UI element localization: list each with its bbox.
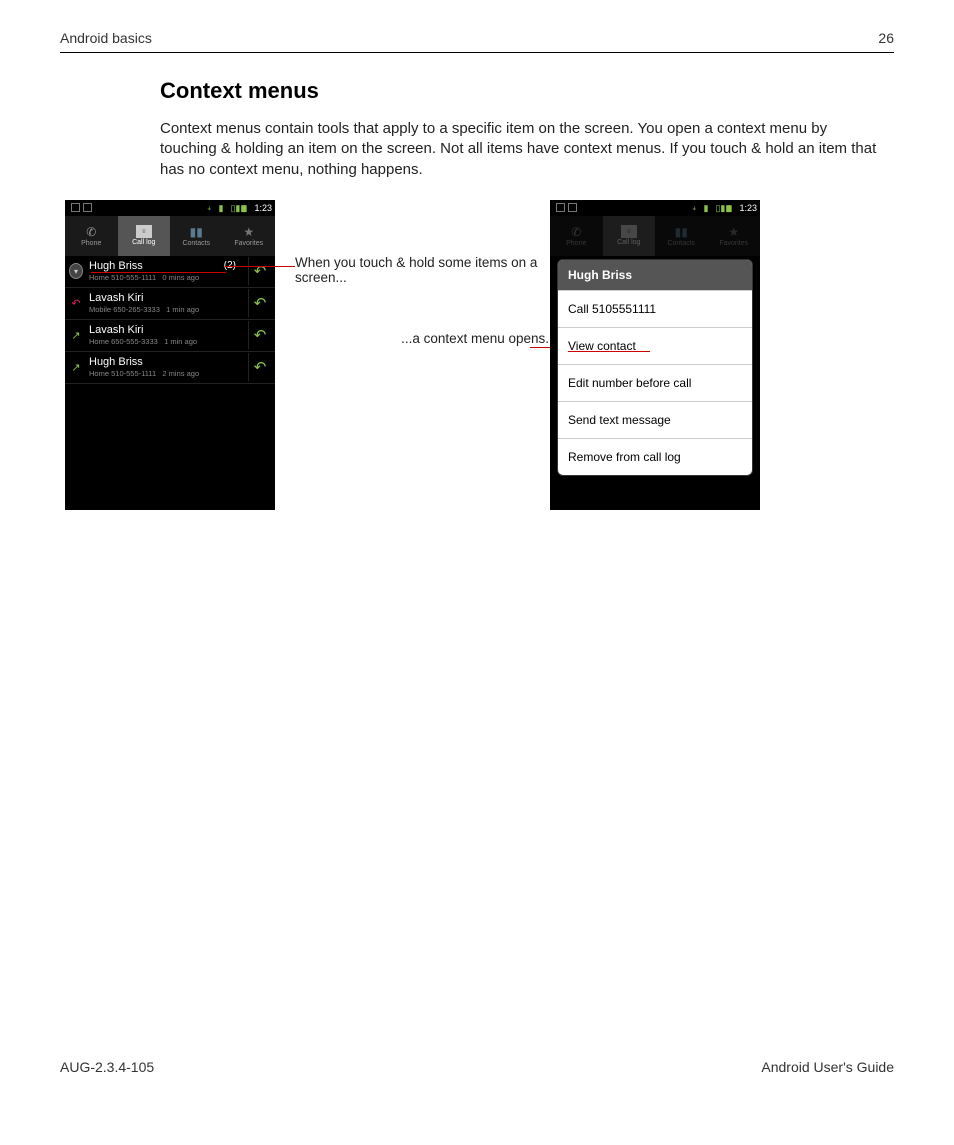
tab-label: Favorites	[234, 240, 263, 247]
tab-contacts: ▮▮ Contacts	[655, 216, 708, 256]
usb-icon: ⍖	[206, 203, 215, 212]
call-contact-name: Lavash Kiri	[89, 293, 143, 304]
footer-doc-title: Android User's Guide	[761, 1059, 894, 1075]
tab-label: Phone	[566, 240, 586, 247]
status-bar: ⍖ ▮ ▯▮▮ ▮ 1:23	[65, 200, 275, 216]
status-time: 1:23	[739, 203, 757, 213]
call-time-ago: 2 mins ago	[162, 369, 199, 378]
outgoing-call-icon: ↗	[69, 360, 83, 374]
status-bar: ⍖ ▮ ▯▮▮ ▮ 1:23	[550, 200, 760, 216]
status-icon	[83, 203, 92, 212]
annotation-underline	[568, 351, 650, 353]
call-time-ago: 0 mins ago	[162, 273, 199, 282]
call-number: 650-265-3333	[113, 305, 160, 314]
tab-label: Phone	[81, 240, 101, 247]
context-menu-title: Hugh Briss	[558, 260, 752, 290]
star-icon: ★	[725, 225, 743, 239]
status-time: 1:23	[254, 203, 272, 213]
call-time-ago: 1 min ago	[164, 337, 197, 346]
phone-icon: ✆	[567, 225, 585, 239]
page-header: Android basics 26	[60, 30, 894, 53]
call-log-row[interactable]: ↶ Lavash Kiri Mobile 650-265-3333 1 min …	[65, 288, 275, 320]
signal-icon: ▮	[218, 203, 227, 212]
document-page: Android basics 26 Context menus Context …	[0, 0, 954, 1145]
phone-handset-icon: ↶	[254, 326, 267, 344]
signal-icon: ▮	[703, 203, 712, 212]
star-icon: ★	[240, 225, 258, 239]
battery-icon: ▮	[727, 203, 736, 212]
header-page-number: 26	[878, 30, 894, 46]
dial-button[interactable]: ↶	[248, 289, 271, 317]
context-menu: Hugh Briss Call 5105551111 View contact …	[558, 260, 752, 475]
page-footer: AUG-2.3.4-105 Android User's Guide	[60, 1059, 894, 1075]
status-icon	[71, 203, 80, 212]
tab-phone: ✆ Phone	[550, 216, 603, 256]
phone-handset-icon: ↶	[254, 358, 267, 376]
outgoing-call-icon: ↗	[69, 328, 83, 342]
contacts-icon: ▮▮	[187, 225, 205, 239]
status-icon	[556, 203, 565, 212]
call-log-row[interactable]: ↗ Lavash Kiri Home 650-555-3333 1 min ag…	[65, 320, 275, 352]
dial-button[interactable]: ↶	[248, 321, 271, 349]
tab-call-log[interactable]: ≡ Call log	[118, 216, 171, 256]
header-section: Android basics	[60, 30, 152, 46]
screenshot-call-log: ⍖ ▮ ▯▮▮ ▮ 1:23 ✆ Phone ≡ Call log ▮▮ Con…	[65, 200, 275, 510]
signal-bars-icon: ▯▮▮	[715, 203, 724, 212]
tab-bar-dimmed: ✆ Phone ≡ Call log ▮▮ Contacts ★ Favorit…	[550, 216, 760, 256]
call-contact-name: Lavash Kiri	[89, 325, 143, 336]
context-menu-item-send-text[interactable]: Send text message	[558, 401, 752, 438]
call-contact-name: Hugh Briss	[89, 357, 143, 368]
expand-group-icon[interactable]: ▾	[69, 264, 83, 278]
tab-label: Call log	[617, 239, 640, 246]
annotation-line	[225, 266, 295, 268]
missed-call-icon: ↶	[69, 296, 83, 310]
tab-label: Contacts	[667, 240, 695, 247]
call-log-row[interactable]: ↗ Hugh Briss Home 510-555-1111 2 mins ag…	[65, 352, 275, 384]
context-menu-item-remove[interactable]: Remove from call log	[558, 438, 752, 475]
call-number-type: Home	[89, 369, 109, 378]
list-icon: ≡	[621, 225, 637, 238]
tab-label: Favorites	[719, 240, 748, 247]
call-number: 650-555-3333	[111, 337, 158, 346]
section-heading: Context menus	[160, 78, 884, 104]
signal-bars-icon: ▯▮▮	[230, 203, 239, 212]
battery-icon: ▮	[242, 203, 251, 212]
tab-contacts[interactable]: ▮▮ Contacts	[170, 216, 223, 256]
usb-icon: ⍖	[691, 203, 700, 212]
annotation-column: When you touch & hold some items on a sc…	[275, 200, 550, 346]
footer-doc-id: AUG-2.3.4-105	[60, 1059, 154, 1075]
call-number-type: Home	[89, 337, 109, 346]
contacts-icon: ▮▮	[672, 225, 690, 239]
context-menu-item-edit-number[interactable]: Edit number before call	[558, 364, 752, 401]
list-icon: ≡	[136, 225, 152, 238]
call-number-type: Home	[89, 273, 109, 282]
screenshot-context-menu: ⍖ ▮ ▯▮▮ ▮ 1:23 ✆ Phone ≡ Call log ▮▮ Con…	[550, 200, 760, 510]
context-menu-item-view-contact[interactable]: View contact	[558, 327, 752, 364]
phone-handset-icon: ↶	[254, 294, 267, 312]
context-menu-item-call[interactable]: Call 5105551111	[558, 290, 752, 327]
dial-button[interactable]: ↶	[248, 353, 271, 381]
phone-icon: ✆	[82, 225, 100, 239]
call-number: 510-555-1111	[111, 369, 156, 378]
tab-bar: ✆ Phone ≡ Call log ▮▮ Contacts ★ Favorit…	[65, 216, 275, 256]
tab-phone[interactable]: ✆ Phone	[65, 216, 118, 256]
intro-paragraph: Context menus contain tools that apply t…	[160, 119, 884, 180]
tab-call-log: ≡ Call log	[603, 216, 656, 256]
tab-label: Call log	[132, 239, 155, 246]
call-number: 510-555-1111	[111, 273, 156, 282]
tab-favorites: ★ Favorites	[708, 216, 761, 256]
status-icon	[568, 203, 577, 212]
call-number-type: Mobile	[89, 305, 111, 314]
annotation-underline	[91, 272, 226, 274]
annotation-touch-hold: When you touch & hold some items on a sc…	[295, 255, 550, 285]
tab-label: Contacts	[182, 240, 210, 247]
call-contact-name: Hugh Briss	[89, 261, 143, 272]
call-time-ago: 1 min ago	[166, 305, 199, 314]
dial-button[interactable]: ↶	[248, 257, 271, 285]
tab-favorites[interactable]: ★ Favorites	[223, 216, 276, 256]
annotation-opens: ...a context menu opens.	[275, 331, 549, 346]
